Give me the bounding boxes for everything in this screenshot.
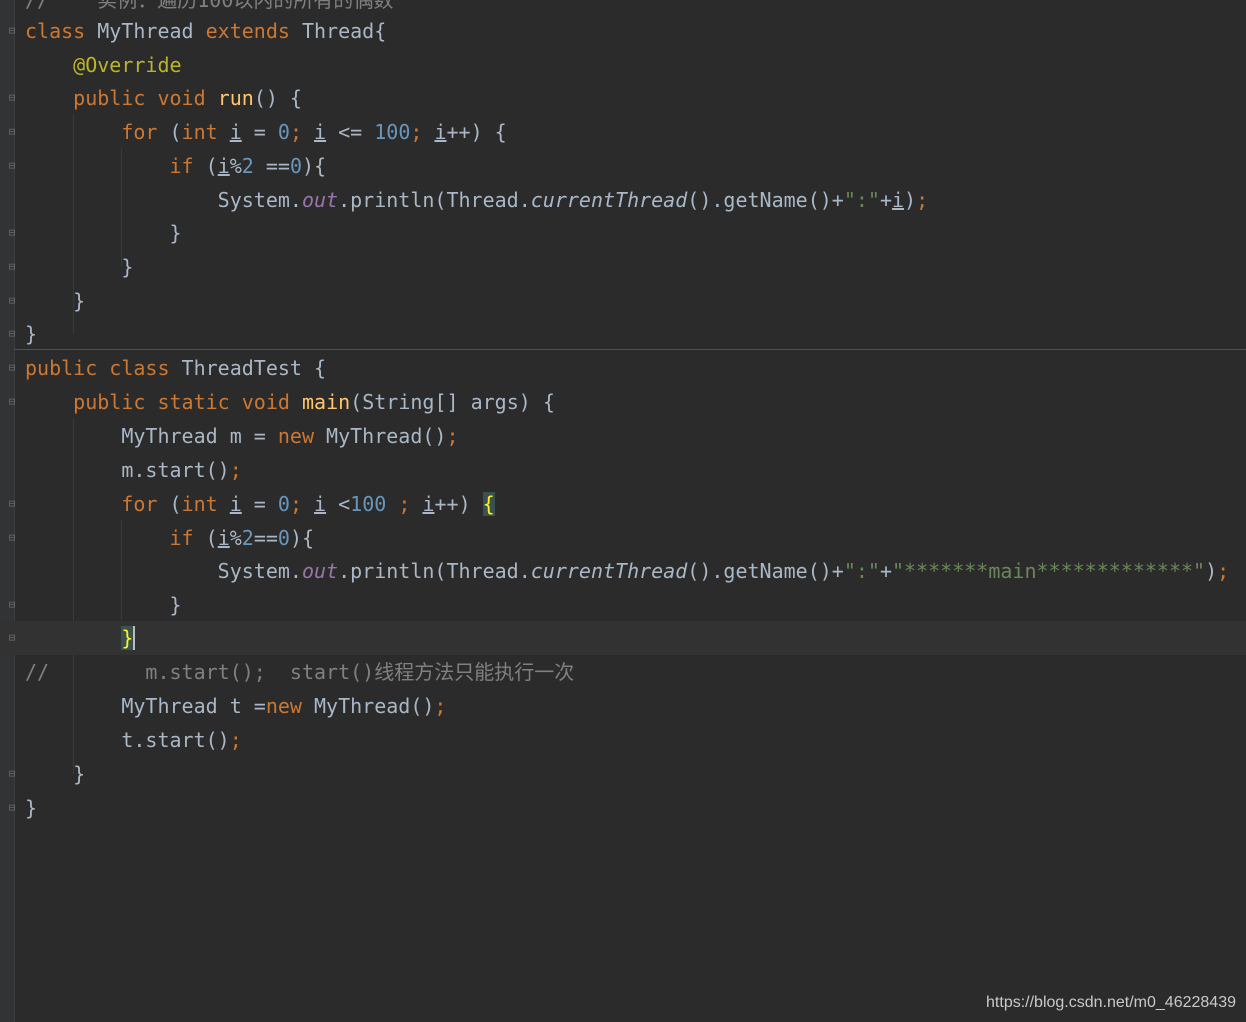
code-line-17[interactable]: System.out.println(Thread.currentThread(… xyxy=(0,554,1246,588)
fold-toggle-icon[interactable] xyxy=(6,395,18,409)
code-line-21[interactable]: MyThread t =new MyThread(); xyxy=(0,689,1246,723)
fold-toggle-icon[interactable] xyxy=(6,361,18,375)
code-line-8[interactable]: } xyxy=(0,250,1246,284)
code-line-16[interactable]: if (i%2==0){ xyxy=(0,521,1246,555)
code-line-23[interactable]: } xyxy=(0,757,1246,791)
fold-end-icon[interactable] xyxy=(6,801,18,815)
code-line-4[interactable]: for (int i = 0; i <= 100; i++) { xyxy=(0,115,1246,149)
code-line-5[interactable]: if (i%2 ==0){ xyxy=(0,149,1246,183)
code-area[interactable]: class MyThread extends Thread{ @Override… xyxy=(0,0,1246,1022)
code-line-14[interactable]: m.start(); xyxy=(0,453,1246,487)
code-line-6[interactable]: System.out.println(Thread.currentThread(… xyxy=(0,183,1246,217)
fold-end-icon[interactable] xyxy=(6,327,18,341)
code-line-15[interactable]: for (int i = 0; i <100 ; i++) { xyxy=(0,487,1246,521)
fold-end-icon[interactable] xyxy=(6,226,18,240)
fold-end-icon[interactable] xyxy=(6,294,18,308)
code-line-3[interactable]: public void run() { xyxy=(0,81,1246,115)
fold-toggle-icon[interactable] xyxy=(6,497,18,511)
code-line-2[interactable]: @Override xyxy=(0,48,1246,82)
fold-end-icon[interactable] xyxy=(6,767,18,781)
fold-end-icon[interactable] xyxy=(6,631,18,645)
fold-toggle-icon[interactable] xyxy=(6,159,18,173)
code-line-9[interactable]: } xyxy=(0,284,1246,318)
fold-toggle-icon[interactable] xyxy=(6,531,18,545)
code-line-10[interactable]: } xyxy=(0,317,1246,351)
code-line-13[interactable]: MyThread m = new MyThread(); xyxy=(0,419,1246,453)
fold-end-icon[interactable] xyxy=(6,260,18,274)
fold-toggle-icon[interactable] xyxy=(6,125,18,139)
text-caret xyxy=(133,626,136,650)
fold-toggle-icon[interactable] xyxy=(6,24,18,38)
code-editor[interactable]: // 实例：遍历100以内的所有的偶数 class MyThread exten… xyxy=(0,0,1246,1022)
code-line-22[interactable]: t.start(); xyxy=(0,723,1246,757)
code-line-20[interactable]: // m.start(); start()线程方法只能执行一次 xyxy=(0,655,1246,689)
code-line-1[interactable]: class MyThread extends Thread{ xyxy=(0,14,1246,48)
code-line-18[interactable]: } xyxy=(0,588,1246,622)
watermark-url: https://blog.csdn.net/m0_46228439 xyxy=(986,994,1236,1011)
code-line-19-current[interactable]: } xyxy=(0,621,1246,655)
code-line-7[interactable]: } xyxy=(0,216,1246,250)
fold-toggle-icon[interactable] xyxy=(6,91,18,105)
fold-end-icon[interactable] xyxy=(6,598,18,612)
code-line-12[interactable]: public static void main(String[] args) { xyxy=(0,385,1246,419)
code-line-11[interactable]: public class ThreadTest { xyxy=(0,351,1246,385)
code-line-24[interactable]: } xyxy=(0,791,1246,825)
